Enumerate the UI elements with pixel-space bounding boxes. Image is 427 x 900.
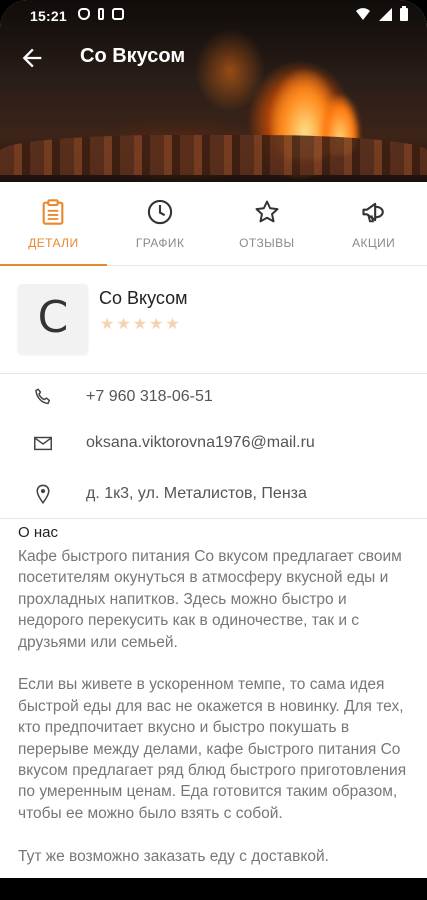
signal-icon [379, 8, 392, 21]
tab-schedule[interactable]: ГРАФИК [107, 182, 214, 266]
clock-icon [147, 199, 173, 225]
phone-frame: 15:21 Со Вкусом ДЕТАЛИ ГРАФИК ОТЗЫВЫ АКЦ… [0, 0, 427, 900]
megaphone-icon [362, 202, 384, 223]
tab-label: ДЕТАЛИ [28, 236, 79, 250]
system-nav-bar [0, 878, 427, 900]
address: д. 1к3, ул. Металистов, Пенза [86, 485, 307, 502]
email-icon [34, 436, 52, 451]
star-icon: ★ [149, 316, 164, 333]
status-bar: 15:21 [0, 0, 427, 32]
clipboard-icon [42, 199, 64, 225]
image-icon [112, 8, 124, 20]
email-address: oksana.viktorovna1976@mail.ru [86, 434, 315, 451]
wifi-icon [356, 8, 370, 20]
usb-icon [98, 8, 104, 20]
star-icon: ★ [165, 316, 180, 333]
about-text: Кафе быстрого питания Со вкусом предлага… [18, 548, 407, 865]
star-icon: ★ [132, 316, 148, 333]
phone-icon [35, 388, 51, 405]
avatar-letter: С [37, 292, 69, 343]
tab-label: ОТЗЫВЫ [239, 236, 295, 250]
system-icons [355, 6, 409, 22]
shield-icon [78, 8, 90, 20]
contact-email-row[interactable]: oksana.viktorovna1976@mail.ru [0, 420, 427, 468]
tab-reviews[interactable]: ОТЗЫВЫ [214, 182, 321, 266]
status-time: 15:21 [30, 8, 67, 24]
app-bar-title: Со Вкусом [80, 45, 186, 67]
star-icon: ★ [100, 316, 115, 333]
rating-stars: ★ ★ ★ ★ ★ [100, 314, 180, 334]
place-name: Со Вкусом [99, 288, 188, 308]
battery-icon [400, 6, 408, 21]
profile-header: С Со Вкусом ★ ★ ★ ★ ★ [0, 266, 427, 374]
star-icon: ★ [116, 316, 131, 333]
notification-icons [78, 8, 124, 20]
about-title: О нас [18, 524, 58, 541]
tab-bar: ДЕТАЛИ ГРАФИК ОТЗЫВЫ АКЦИИ [0, 182, 427, 266]
contact-address-row[interactable]: д. 1к3, ул. Металистов, Пенза [0, 471, 427, 519]
phone-number: +7 960 318-06-51 [86, 388, 213, 405]
tab-details[interactable]: ДЕТАЛИ [0, 182, 107, 266]
screen: 15:21 Со Вкусом ДЕТАЛИ ГРАФИК ОТЗЫВЫ АКЦ… [0, 0, 427, 878]
divider [0, 518, 427, 519]
star-outline-icon [255, 200, 279, 223]
tab-label: АКЦИИ [352, 236, 396, 250]
back-arrow-icon[interactable] [18, 44, 46, 72]
app-bar: Со Вкусом [0, 38, 427, 78]
avatar: С [18, 284, 88, 354]
location-icon [36, 484, 50, 504]
contact-phone-row[interactable]: +7 960 318-06-51 [0, 374, 427, 422]
tab-promotions[interactable]: АКЦИИ [320, 182, 427, 266]
tab-label: ГРАФИК [135, 236, 185, 250]
